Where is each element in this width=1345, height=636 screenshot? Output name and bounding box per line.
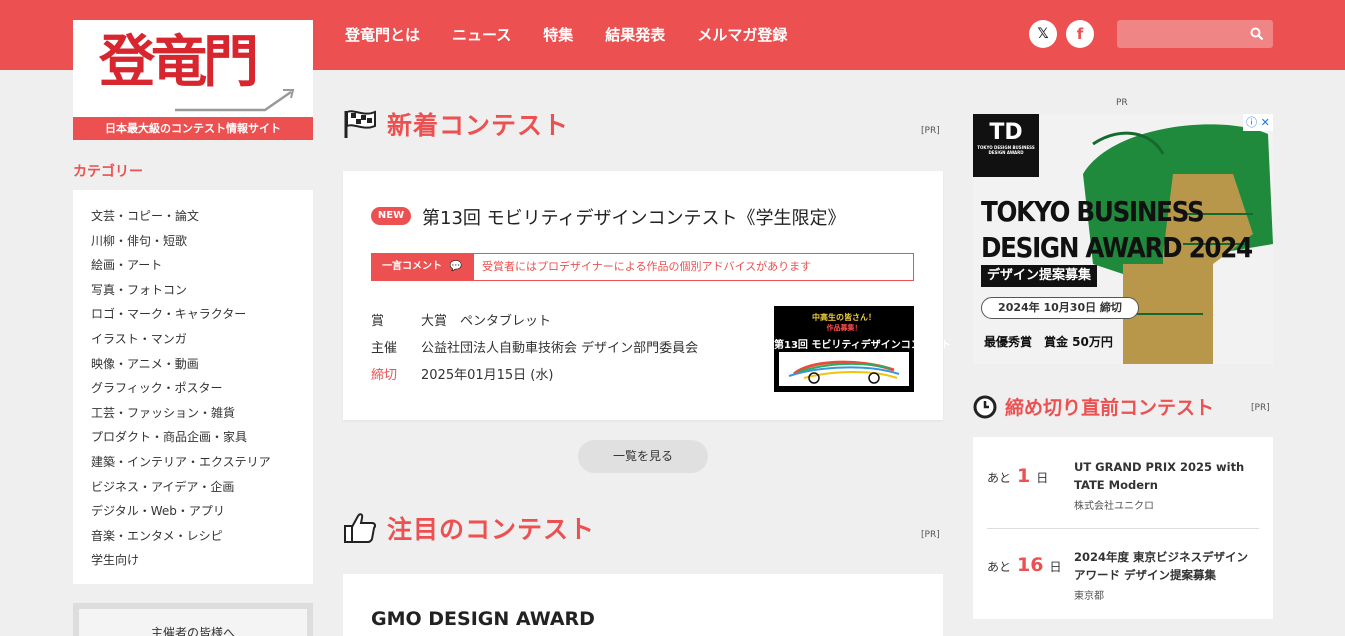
host-row: 主催 公益社団法人自動車技術会 デザイン部門委員会 xyxy=(371,337,698,356)
prize-value: 大賞 ペンタブレット xyxy=(421,314,552,329)
thumb-line1: 中高生の皆さん！ xyxy=(812,313,876,322)
ad-choices-icon[interactable]: ⓘ ✕ xyxy=(1243,114,1273,131)
category-list: 文芸・コピー・論文 川柳・俳句・短歌 絵画・アート 写真・フォトコン ロゴ・マー… xyxy=(73,190,313,584)
host-key: 主催 xyxy=(371,341,398,356)
nav-newsletter[interactable]: メルマガ登録 xyxy=(697,24,787,45)
category-item[interactable]: 文芸・コピー・論文 xyxy=(91,204,313,229)
featured-title: 注目のコンテスト xyxy=(387,515,596,544)
category-item[interactable]: 絵画・アート xyxy=(91,253,313,278)
x-twitter-icon[interactable]: 𝕏 xyxy=(1029,20,1057,48)
category-item[interactable]: 工芸・ファッション・雑貨 xyxy=(91,401,313,426)
car-sketch-image xyxy=(779,352,909,386)
thumbs-up-icon xyxy=(344,513,377,543)
days-number: 1 xyxy=(1017,465,1031,487)
deadline-header: 締め切り直前コンテスト xyxy=(973,393,1214,420)
new-contests-header: 新着コンテスト xyxy=(343,106,569,142)
days-left: あと 16 日 xyxy=(987,554,1061,576)
logo-tagline: 日本最大級のコンテスト情報サイト xyxy=(73,117,313,140)
site-logo[interactable]: 登竜門 日本最大級のコンテスト情報サイト xyxy=(73,20,313,140)
category-item[interactable]: グラフィック・ポスター xyxy=(91,376,313,401)
thumb-line2: 作品募集！ xyxy=(826,324,862,332)
ad-title: TOKYO BUSINESS DESIGN AWARD 2024 xyxy=(981,194,1253,266)
deadline-contest-title[interactable]: UT GRAND PRIX 2025 with TATE Modern xyxy=(1074,458,1259,494)
ad-subtitle: デザイン提案募集 xyxy=(981,265,1098,287)
facebook-icon[interactable]: f xyxy=(1066,20,1094,48)
nav-features[interactable]: 特集 xyxy=(543,24,573,45)
featured-header: 注目のコンテスト xyxy=(343,510,595,546)
deadline-contest-org: 東京都 xyxy=(1074,591,1104,602)
deadline-item[interactable]: あと 16 日 2024年度 東京ビジネスデザインアワード デザイン提案募集 東京都 xyxy=(987,548,1259,628)
td-logo-sub: TOKYO DESIGN BUSINESS DESIGN AWARD xyxy=(977,145,1035,155)
comment-text: 受賞者にはプロデザイナーによる作品の個別アドバイスがあります xyxy=(482,260,812,273)
days-number: 16 xyxy=(1017,554,1044,576)
prize-key: 賞 xyxy=(371,314,385,329)
comment-label-text: 一言コメント xyxy=(382,261,442,272)
pr-label: [PR] xyxy=(1251,403,1270,413)
nav-results[interactable]: 結果発表 xyxy=(605,24,665,45)
td-logo-text: TD xyxy=(989,120,1023,145)
view-all-button[interactable]: 一覧を見る xyxy=(578,440,708,473)
deadline-list: あと 1 日 UT GRAND PRIX 2025 with TATE Modern… xyxy=(973,437,1273,619)
contest-thumbnail[interactable]: 中高生の皆さん！ 作品募集！ 第13回 モビリティデザインコンテスト xyxy=(774,306,951,392)
search-input[interactable] xyxy=(1117,20,1247,48)
speech-bubble-icon: 💬 xyxy=(449,261,462,272)
checkered-flag-icon xyxy=(344,110,376,138)
new-badge: NEW xyxy=(371,207,411,225)
category-item[interactable]: 川柳・俳句・短歌 xyxy=(91,229,313,254)
category-item[interactable]: プロダクト・商品企画・家具 xyxy=(91,425,313,450)
days-suffix: 日 xyxy=(1036,471,1049,485)
featured-card[interactable]: GMO DESIGN AWARD xyxy=(343,574,943,636)
deadline-contest-title[interactable]: 2024年度 東京ビジネスデザインアワード デザイン提案募集 xyxy=(1074,548,1259,584)
deadline-title: 締め切り直前コンテスト xyxy=(1005,397,1215,419)
host-value: 公益社団法人自動車技術会 デザイン部門委員会 xyxy=(421,341,699,356)
deadline-value: 2025年01月15日 (水) xyxy=(421,368,554,383)
days-suffix: 日 xyxy=(1049,560,1062,574)
category-item[interactable]: 学生向け xyxy=(91,548,313,573)
ad-pr-label: PR xyxy=(1116,98,1128,108)
contest-card[interactable]: NEW 第13回 モビリティデザインコンテスト《学生限定》 一言コメント 💬 受… xyxy=(343,171,951,420)
nav-news[interactable]: ニュース xyxy=(452,24,511,45)
comment-label: 一言コメント 💬 xyxy=(372,254,474,280)
category-item[interactable]: デジタル・Web・アプリ xyxy=(91,499,313,524)
category-item[interactable]: 建築・インテリア・エクステリア xyxy=(91,450,313,475)
ad-prize: 最優秀賞 賞金 50万円 xyxy=(984,335,1113,349)
ad-title-line1: TOKYO BUSINESS xyxy=(981,195,1205,228)
thumb-line3: 第13回 モビリティデザインコンテスト xyxy=(774,340,951,351)
deadline-item[interactable]: あと 1 日 UT GRAND PRIX 2025 with TATE Modern… xyxy=(987,457,1259,537)
comment-box: 一言コメント 💬 受賞者にはプロデザイナーによる作品の個別アドバイスがあります xyxy=(371,253,914,281)
search-icon[interactable] xyxy=(1250,27,1264,41)
td-logo: TD TOKYO DESIGN BUSINESS DESIGN AWARD xyxy=(973,114,1039,177)
days-left: あと 1 日 xyxy=(987,465,1048,487)
days-prefix: あと xyxy=(987,560,1012,574)
prize-row: 賞 大賞 ペンタブレット xyxy=(371,310,551,329)
category-item[interactable]: 写真・フォトコン xyxy=(91,278,313,303)
nav-about[interactable]: 登竜門とは xyxy=(345,24,420,45)
category-item[interactable]: ロゴ・マーク・キャラクター xyxy=(91,302,313,327)
new-contests-title: 新着コンテスト xyxy=(387,111,570,140)
contest-title[interactable]: 第13回 モビリティデザインコンテスト《学生限定》 xyxy=(422,204,846,230)
main-nav: 登竜門とは ニュース 特集 結果発表 メルマガ登録 xyxy=(345,24,787,45)
category-heading: カテゴリー xyxy=(73,164,143,180)
category-item[interactable]: ビジネス・アイデア・企画 xyxy=(91,475,313,500)
category-item[interactable]: 音楽・エンタメ・レシピ xyxy=(91,524,313,549)
pr-label: [PR] xyxy=(921,530,940,540)
days-prefix: あと xyxy=(987,471,1012,485)
organizer-panel: 主催者の皆様へ xyxy=(73,603,313,636)
category-item[interactable]: 映像・アニメ・動画 xyxy=(91,352,313,377)
search-box xyxy=(1117,20,1273,48)
deadline-key: 締切 xyxy=(371,368,398,383)
ad-title-line2: DESIGN AWARD 2024 xyxy=(981,231,1253,264)
pr-label: [PR] xyxy=(921,126,940,136)
deadline-contest-org: 株式会社ユニクロ xyxy=(1074,501,1154,512)
divider xyxy=(987,528,1259,529)
clock-icon xyxy=(973,395,997,418)
category-item[interactable]: イラスト・マンガ xyxy=(91,327,313,352)
organizer-link[interactable]: 主催者の皆様へ xyxy=(79,609,307,636)
deadline-row: 締切 2025年01月15日 (水) xyxy=(371,364,553,383)
ad-deadline: 2024年 10月30日 締切 xyxy=(981,297,1139,319)
advertisement-banner[interactable]: ⓘ ✕ TD TOKYO DESIGN BUSINESS DESIGN AWAR… xyxy=(973,114,1273,364)
logo-swoosh-icon xyxy=(175,89,295,112)
featured-contest-title[interactable]: GMO DESIGN AWARD xyxy=(371,608,595,630)
